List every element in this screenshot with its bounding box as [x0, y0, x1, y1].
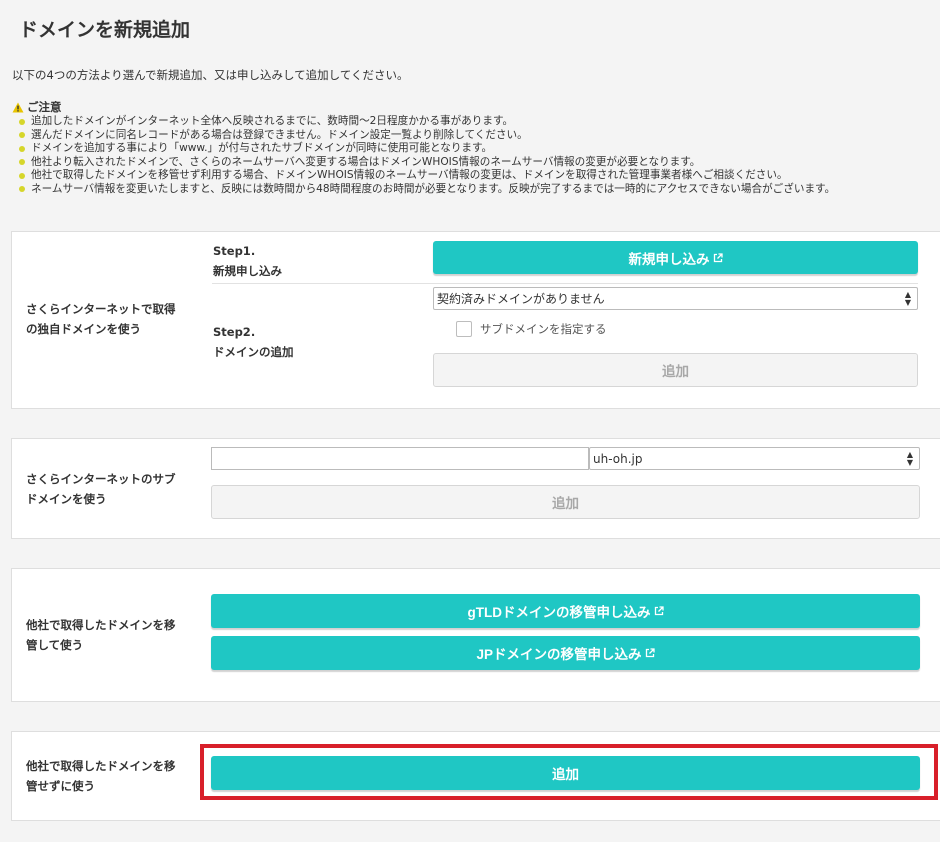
new-application-button[interactable]: 新規申し込み [433, 241, 918, 274]
bullet-icon [19, 118, 25, 125]
bullet-icon [19, 145, 25, 152]
subdomain-checkbox[interactable] [456, 321, 472, 337]
jp-transfer-button[interactable]: JPドメインの移管申し込み [211, 636, 920, 670]
section-label: さくらインターネットのサブ ドメインを使う [26, 472, 176, 506]
updown-arrow-icon: ▲ ▼ [904, 289, 911, 307]
base-domain-select[interactable]: uh-oh.jp ▲ ▼ [589, 447, 920, 470]
bullet-icon [19, 132, 25, 138]
warning-icon [12, 102, 24, 112]
notice-item: ドメインを追加する事により「www.」が付与されたサブドメインが同時に使用可能と… [12, 142, 940, 156]
subdomain-checkbox-label: サブドメインを指定する [480, 322, 607, 336]
notice-list: 追加したドメインがインターネット全体へ反映されるまでに、数時間〜2日程度かかる事… [12, 115, 940, 196]
notice-item: 選んだドメインに同名レコードがある場合は登録できません。ドメイン設定一覧より削除… [12, 129, 940, 143]
notice-item: ネームサーバ情報を変更いたしますと、反映には数時間から48時間程度のお時間が必要… [12, 183, 940, 197]
notice-block: ご注意 追加したドメインがインターネット全体へ反映されるまでに、数時間〜2日程度… [12, 100, 940, 196]
section-own-domain: さくらインターネットで取得 の独自ドメインを使う Step1. 新規申し込み 新… [11, 231, 940, 409]
divider [212, 283, 918, 284]
step1-label: Step1. 新規申し込み [213, 244, 282, 278]
updown-arrow-icon: ▲ ▼ [906, 449, 913, 467]
notice-item: 追加したドメインがインターネット全体へ反映されるまでに、数時間〜2日程度かかる事… [12, 115, 940, 129]
contracted-domain-select[interactable]: 契約済みドメインがありません ▲ ▼ [433, 287, 918, 310]
notice-heading: ご注意 [12, 100, 940, 114]
notice-item: 他社で取得したドメインを移管せず利用する場合、ドメインWHOIS情報のネームサー… [12, 169, 940, 183]
external-link-icon [654, 606, 664, 616]
section-label: 他社で取得したドメインを移 管して使う [26, 618, 176, 652]
gtld-transfer-button[interactable]: gTLDドメインの移管申し込み [211, 594, 920, 628]
add-subdomain-button[interactable]: 追加 [211, 485, 920, 519]
external-link-icon [645, 648, 655, 658]
section-transfer-domain: 他社で取得したドメインを移 管して使う gTLDドメインの移管申し込み JPドメ… [11, 568, 940, 702]
bullet-icon [19, 172, 25, 179]
intro-text: 以下の4つの方法より選んで新規追加、又は申し込みして追加してください。 [12, 68, 409, 82]
bullet-icon [19, 186, 25, 192]
step2-label: Step2. ドメインの追加 [213, 325, 294, 359]
section-subdomain: さくらインターネットのサブ ドメインを使う uh-oh.jp ▲ ▼ 追加 [11, 438, 940, 539]
add-own-domain-button[interactable]: 追加 [433, 353, 918, 387]
external-link-icon [713, 252, 723, 262]
subdomain-input[interactable] [211, 447, 589, 470]
section-label: さくらインターネットで取得 の独自ドメインを使う [26, 302, 176, 336]
notice-item: 他社より転入されたドメインで、さくらのネームサーバへ変更する場合はドメインWHO… [12, 156, 940, 170]
highlight-box [200, 744, 938, 800]
page-title: ドメインを新規追加 [19, 19, 191, 41]
section-label: 他社で取得したドメインを移 管せずに使う [26, 759, 176, 793]
bullet-icon [19, 159, 25, 165]
